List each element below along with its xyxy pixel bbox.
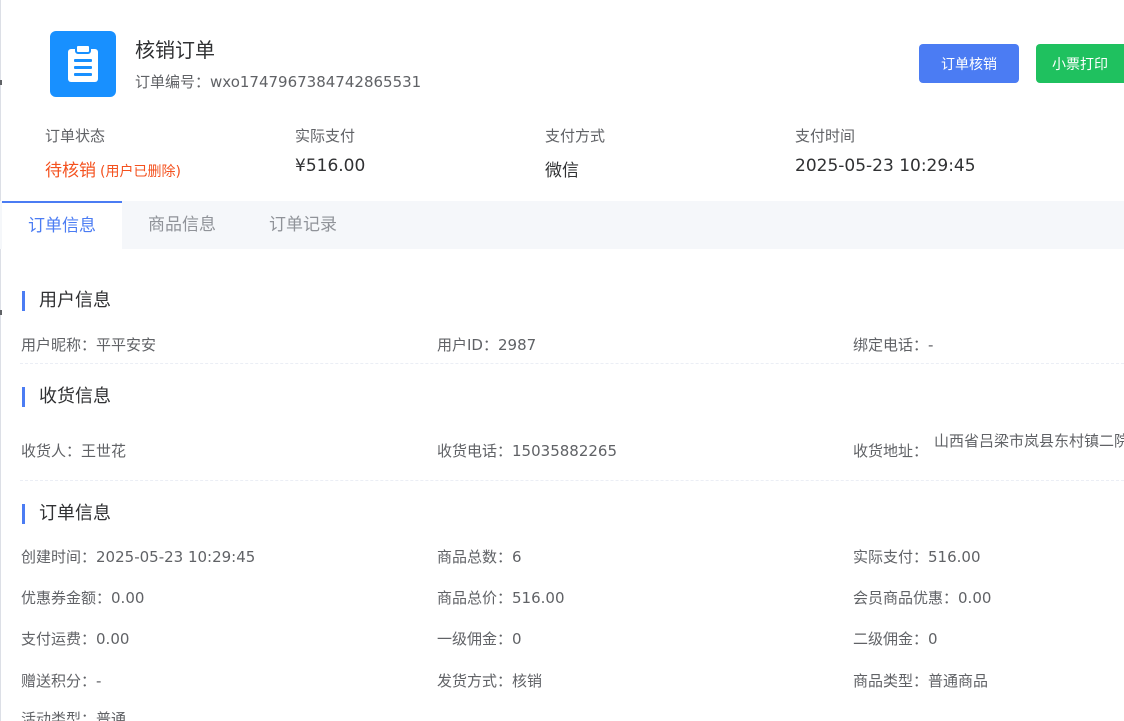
summary-payment-method: 支付方式 微信 xyxy=(545,125,605,181)
field-value: 0 xyxy=(512,630,522,648)
field-value: 15035882265 xyxy=(512,442,617,460)
summary-value: 微信 xyxy=(545,161,579,181)
field-value: - xyxy=(928,336,934,354)
field-value: 核销 xyxy=(512,672,543,690)
field-label: 用户昵称： xyxy=(21,336,97,354)
field-value: 0.00 xyxy=(111,589,145,607)
field-value: 0.00 xyxy=(958,589,992,607)
field-bonus-points: 赠送积分：- xyxy=(21,670,101,691)
tab-order-records[interactable]: 订单记录 xyxy=(242,201,364,249)
order-detail-page: 核销订单 订单编号：wxo1747967384742865531 订单核销 小票… xyxy=(0,0,1124,721)
field-user-id: 用户ID：2987 xyxy=(437,334,536,355)
section-divider xyxy=(20,363,1124,365)
section-title-shipping-info: 收货信息 xyxy=(22,387,111,407)
field-label: 收货人： xyxy=(21,442,82,460)
field-coupon-amount: 优惠券金额：0.00 xyxy=(21,587,144,608)
summary-value: ¥516.00 xyxy=(295,156,366,176)
field-actual-payment: 实际支付：516.00 xyxy=(853,546,981,567)
print-receipt-button[interactable]: 小票打印 xyxy=(1036,44,1124,83)
field-value: 2025-05-23 10:29:45 xyxy=(96,548,256,566)
order-number-label: 订单编号： xyxy=(135,73,211,91)
tab-product-info[interactable]: 商品信息 xyxy=(122,201,242,249)
status-note: (用户已删除) xyxy=(100,164,181,180)
field-value: - xyxy=(96,672,102,690)
field-label: 商品总价： xyxy=(437,589,513,607)
field-label: 实际支付： xyxy=(853,548,929,566)
field-label: 发货方式： xyxy=(437,672,513,690)
field-label: 绑定电话： xyxy=(853,336,929,354)
field-user-nickname: 用户昵称：平平安安 xyxy=(21,334,156,355)
summary-value: 2025-05-23 10:29:45 xyxy=(795,156,976,176)
verify-order-button[interactable]: 订单核销 xyxy=(919,44,1019,83)
edge-mark xyxy=(0,310,2,315)
field-value: 516.00 xyxy=(512,589,565,607)
field-value: 0 xyxy=(928,630,938,648)
field-value: 普通商品 xyxy=(928,672,989,690)
field-value: 王世花 xyxy=(81,442,127,460)
section-divider xyxy=(20,480,1124,482)
field-label: 活动类型： xyxy=(21,710,97,721)
section-title-user-info: 用户信息 xyxy=(22,291,111,311)
field-delivery-method: 发货方式：核销 xyxy=(437,670,542,691)
field-label: 优惠券金额： xyxy=(21,589,112,607)
section-title-order-info: 订单信息 xyxy=(22,504,111,524)
field-label: 商品总数： xyxy=(437,548,513,566)
detail-tabs: 订单信息 商品信息 订单记录 xyxy=(0,201,1124,249)
field-receiver-phone: 收货电话：15035882265 xyxy=(437,440,617,461)
field-label: 用户ID： xyxy=(437,336,498,354)
summary-label: 订单状态 xyxy=(45,127,106,145)
field-product-count: 商品总数：6 xyxy=(437,546,522,567)
page-title: 核销订单 xyxy=(135,38,215,62)
field-value: 6 xyxy=(512,548,522,566)
order-number-value: wxo1747967384742865531 xyxy=(210,73,422,91)
summary-label: 支付方式 xyxy=(545,127,606,145)
summary-order-status: 订单状态 待核销 (用户已删除) xyxy=(45,125,181,181)
field-label: 收货地址： xyxy=(853,442,929,460)
clipboard-icon xyxy=(50,31,116,97)
summary-payment-time: 支付时间 2025-05-23 10:29:45 xyxy=(795,125,976,176)
field-created-time: 创建时间：2025-05-23 10:29:45 xyxy=(21,546,255,567)
summary-label: 实际支付 xyxy=(295,127,356,145)
summary-value: 待核销 (用户已删除) xyxy=(45,156,181,181)
field-value: 516.00 xyxy=(928,548,981,566)
field-label: 一级佣金： xyxy=(437,630,513,648)
field-value: 2987 xyxy=(497,336,537,354)
field-value: 平平安安 xyxy=(96,336,157,354)
summary-label: 支付时间 xyxy=(795,127,856,145)
field-label: 商品类型： xyxy=(853,672,929,690)
field-label: 创建时间： xyxy=(21,548,97,566)
field-label: 赠送积分： xyxy=(21,672,97,690)
tab-order-info[interactable]: 订单信息 xyxy=(2,201,122,249)
field-label: 支付运费： xyxy=(21,630,97,648)
field-label: 收货电话： xyxy=(437,442,513,460)
field-value: 0.00 xyxy=(96,630,130,648)
status-badge: 待核销 xyxy=(45,161,96,181)
field-member-discount: 会员商品优惠：0.00 xyxy=(853,587,991,608)
summary-actual-payment: 实际支付 ¥516.00 xyxy=(295,125,365,176)
field-label: 会员商品优惠： xyxy=(853,589,959,607)
field-product-total: 商品总价：516.00 xyxy=(437,587,565,608)
field-commission-level2: 二级佣金：0 xyxy=(853,628,938,649)
order-header: 核销订单 订单编号：wxo1747967384742865531 订单核销 小票… xyxy=(0,0,1124,200)
field-commission-level1: 一级佣金：0 xyxy=(437,628,522,649)
field-bound-phone: 绑定电话：- xyxy=(853,334,933,355)
field-value: 普通 xyxy=(96,710,127,721)
field-receiver-name: 收货人：王世花 xyxy=(21,440,126,461)
field-label: 二级佣金： xyxy=(853,630,929,648)
order-number: 订单编号：wxo1747967384742865531 xyxy=(135,71,421,92)
field-activity-type: 活动类型：普通 xyxy=(21,708,126,721)
field-product-type: 商品类型：普通商品 xyxy=(853,670,988,691)
field-value: 山西省吕梁市岚县东村镇二院 xyxy=(934,432,1124,450)
field-shipping-fee: 支付运费：0.00 xyxy=(21,628,129,649)
